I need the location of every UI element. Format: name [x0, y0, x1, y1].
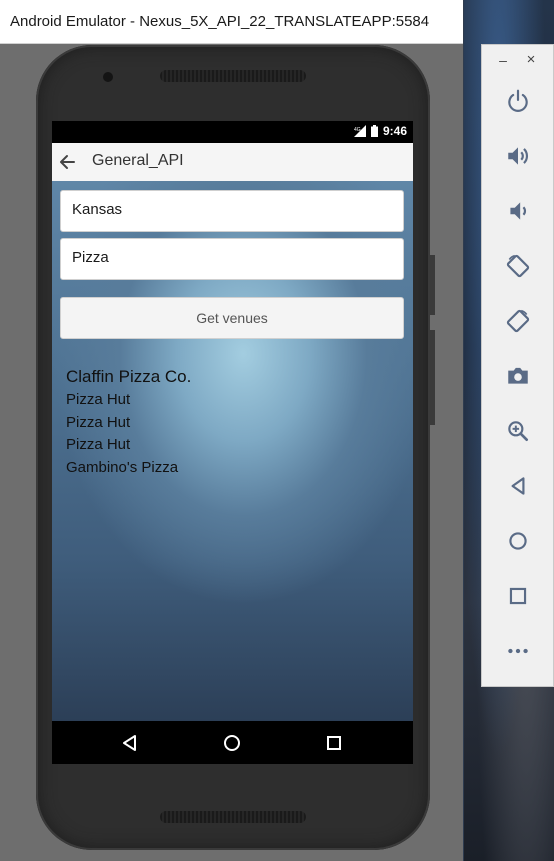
status-bar: 4G 9:46 [52, 121, 413, 143]
more-button[interactable] [502, 635, 534, 667]
app-bar: General_API [52, 143, 413, 181]
window-title-bar[interactable]: Android Emulator - Nexus_5X_API_22_TRANS… [0, 0, 463, 44]
navigation-bar [52, 721, 413, 764]
rotate-left-button[interactable] [502, 250, 534, 282]
city-input[interactable]: Kansas [60, 190, 404, 232]
venue-list: Claffin Pizza Co. Pizza Hut Pizza Hut Pi… [66, 365, 191, 479]
list-item: Pizza Hut [66, 436, 131, 453]
volume-side-button[interactable] [430, 330, 435, 425]
network-label: 4G [354, 127, 361, 133]
zoom-icon [508, 421, 529, 442]
battery-icon [370, 125, 378, 137]
home-button[interactable] [502, 525, 534, 557]
overview-button[interactable] [502, 580, 534, 612]
more-icon [508, 648, 528, 654]
screenshot-button[interactable] [502, 360, 534, 392]
power-side-button[interactable] [430, 255, 435, 315]
list-item: Pizza Hut [66, 391, 131, 408]
toolbar-close-button[interactable]: × [524, 52, 538, 67]
power-button[interactable] [502, 85, 534, 117]
home-icon [509, 532, 527, 550]
phone-screen: 4G 9:46 General_API Kansas Pizza Get ven… [52, 121, 413, 764]
top-speaker [160, 70, 306, 82]
back-arrow-icon[interactable] [58, 152, 78, 172]
emulator-toolbar: – × [481, 44, 554, 687]
food-input[interactable]: Pizza [60, 238, 404, 280]
list-item: Claffin Pizza Co. [66, 367, 192, 386]
volume-down-button[interactable] [502, 195, 534, 227]
emulator-window: Android Emulator - Nexus_5X_API_22_TRANS… [0, 0, 464, 861]
main-content: Kansas Pizza Get venues Claffin Pizza Co… [52, 181, 413, 721]
front-camera [103, 72, 113, 82]
get-venues-button[interactable]: Get venues [60, 297, 404, 339]
volume-down-icon [510, 202, 526, 220]
window-title: Android Emulator - Nexus_5X_API_22_TRANS… [10, 13, 430, 30]
app-title: General_API [92, 152, 184, 169]
back-icon [511, 477, 525, 495]
list-item: Pizza Hut [66, 413, 131, 431]
zoom-button[interactable] [502, 415, 534, 447]
signal-icon: 4G [353, 125, 366, 137]
nav-recents-icon[interactable] [324, 733, 344, 753]
rotate-right-button[interactable] [502, 305, 534, 337]
toolbar-minimize-button[interactable]: – [496, 53, 510, 67]
nav-back-icon[interactable] [120, 733, 140, 753]
nav-home-icon[interactable] [222, 733, 242, 753]
overview-icon [509, 587, 527, 605]
camera-icon [508, 367, 528, 384]
status-clock: 9:46 [382, 124, 407, 138]
back-button[interactable] [502, 470, 534, 502]
rotate-left-icon [506, 254, 530, 278]
bottom-speaker [160, 811, 306, 823]
power-icon [508, 89, 528, 112]
volume-up-icon [508, 147, 528, 165]
volume-up-button[interactable] [502, 140, 534, 172]
list-item: Gambino's Pizza [66, 458, 179, 476]
rotate-right-icon [506, 309, 530, 333]
